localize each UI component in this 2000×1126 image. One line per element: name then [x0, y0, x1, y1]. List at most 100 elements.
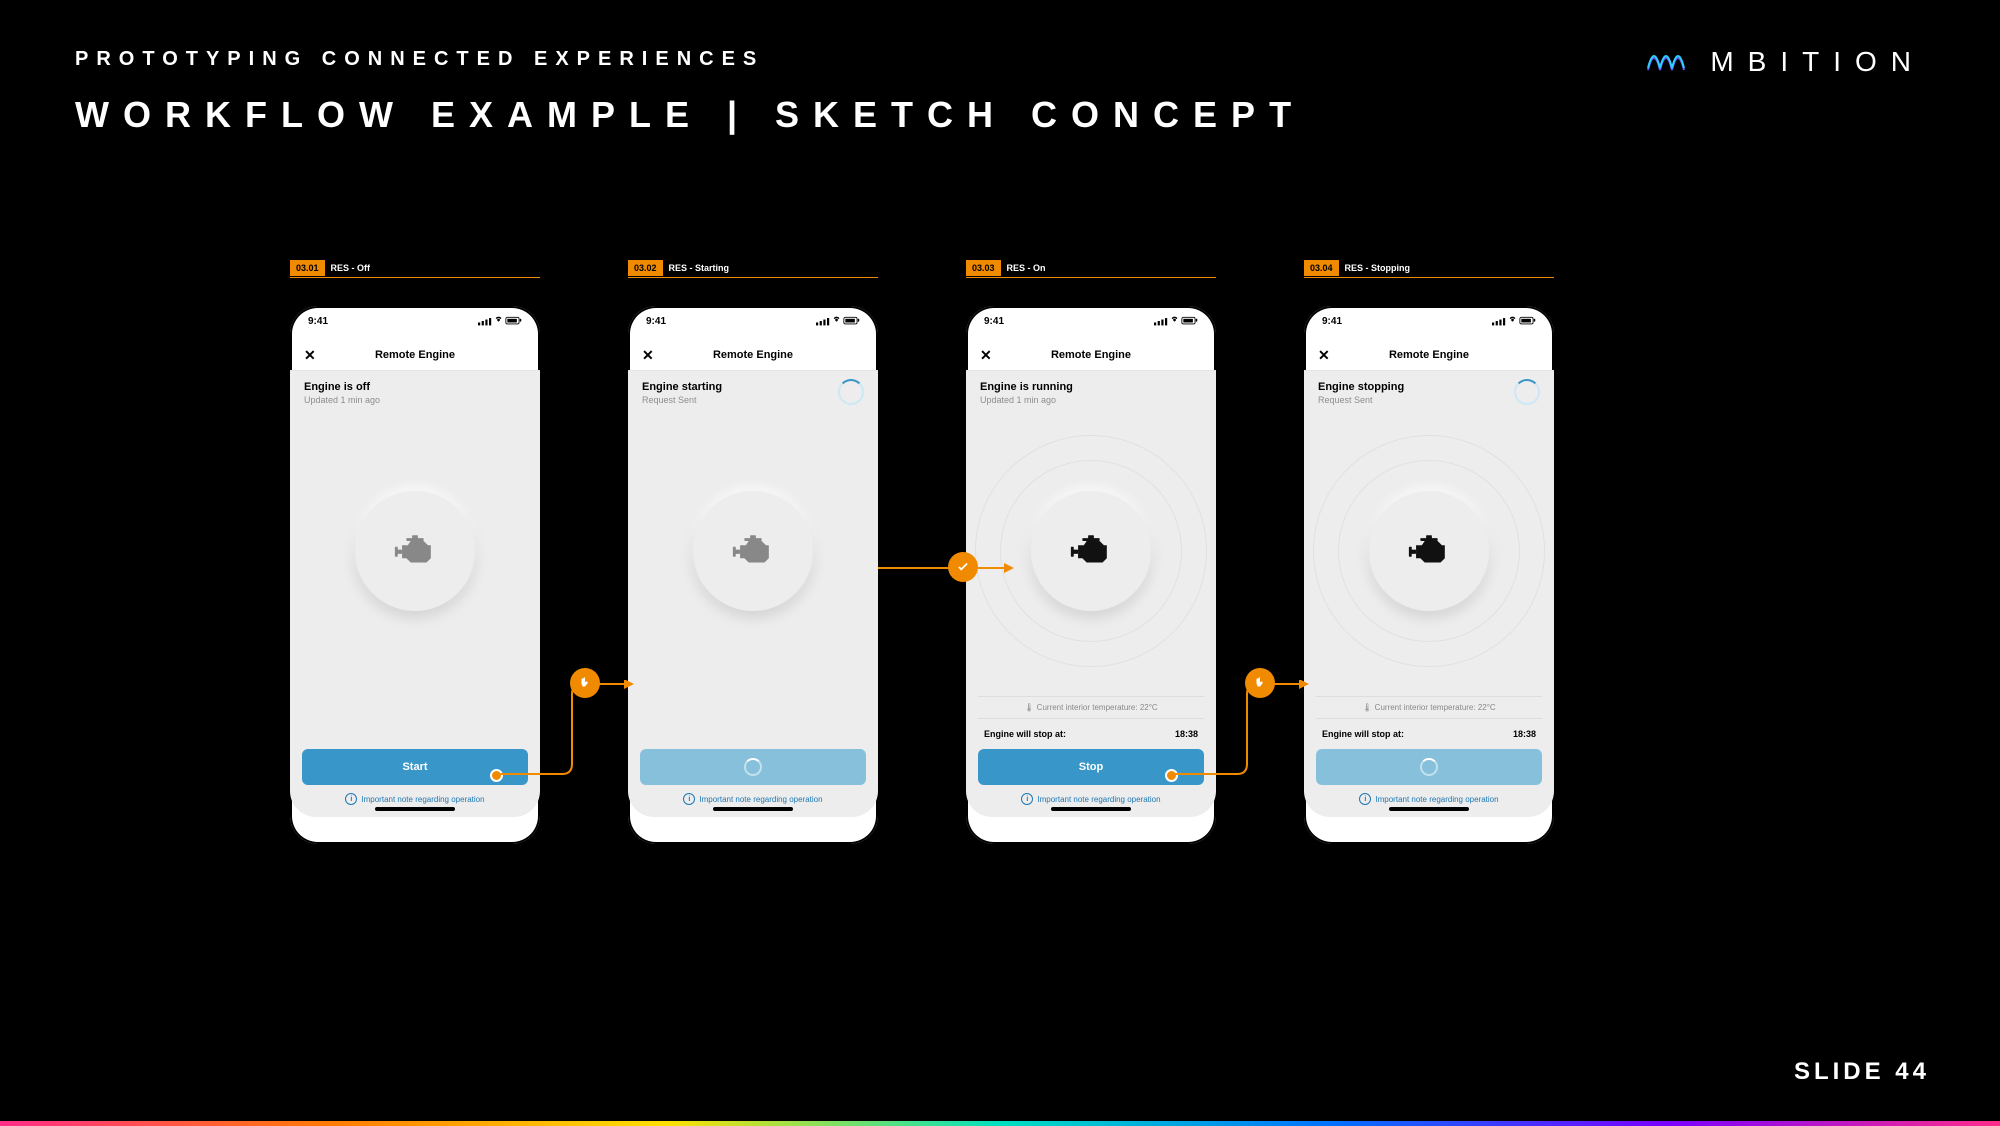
stop-time-label: Engine will stop at:: [1322, 729, 1404, 739]
engine-dial: [693, 491, 813, 611]
status-header-title: Engine is off: [304, 381, 526, 393]
primary-button-label: Stop: [1079, 761, 1103, 773]
loading-spinner-icon: [1514, 379, 1540, 405]
home-indicator: [713, 807, 793, 811]
temperature-readout: 🌡 Current interior temperature: 22°C: [978, 696, 1204, 719]
home-indicator: [375, 807, 455, 811]
screen-column: 03.02 RES - Starting 9:41 ✕ Remote Engin…: [628, 260, 878, 844]
tag-underline: [290, 277, 540, 278]
tag-row: 03.03 RES - On: [966, 260, 1216, 276]
status-header-title: Engine is running: [980, 381, 1202, 393]
button-spinner-icon: [1420, 758, 1438, 776]
status-time: 9:41: [646, 316, 666, 340]
stop-time-value: 18:38: [1513, 729, 1536, 739]
screen-body: Engine stopping Request Sent 🌡 Current i…: [1304, 371, 1554, 817]
slide-number: SLIDE 44: [1794, 1058, 1930, 1086]
button-spinner-icon: [744, 758, 762, 776]
temperature-readout: 🌡 Current interior temperature: 22°C: [1316, 696, 1542, 719]
brand: MBITION: [1644, 40, 1925, 84]
loading-spinner-icon: [838, 379, 864, 405]
status-bar: 9:41: [1304, 306, 1554, 340]
engine-icon: [730, 528, 776, 574]
note-link[interactable]: i Important note regarding operation: [302, 793, 528, 805]
note-link[interactable]: i Important note regarding operation: [1316, 793, 1542, 805]
close-icon[interactable]: ✕: [980, 347, 992, 364]
status-icons: [1154, 316, 1198, 340]
stop-time-label: Engine will stop at:: [984, 729, 1066, 739]
status-header: Engine stopping Request Sent: [1304, 371, 1554, 415]
tag-label: RES - Off: [331, 263, 371, 273]
screen-title: Remote Engine: [713, 349, 793, 361]
flow-node-touch-icon: [570, 668, 600, 698]
phone-mockup: 9:41 ✕ Remote Engine Engine stopping Req…: [1304, 306, 1554, 844]
flow-connector: [498, 680, 638, 780]
screen-column: 03.04 RES - Stopping 9:41 ✕ Remote Engin…: [1304, 260, 1554, 844]
screen-row: 03.01 RES - Off 9:41 ✕ Remote Engine Eng…: [290, 260, 1554, 844]
primary-button-label: Start: [402, 761, 427, 773]
bottom-panel: i Important note regarding operation: [628, 737, 878, 817]
info-icon: i: [345, 793, 357, 805]
close-icon[interactable]: ✕: [1318, 347, 1330, 364]
engine-icon: [1068, 528, 1114, 574]
tag-underline: [966, 277, 1216, 278]
status-header-title: Engine starting: [642, 381, 864, 393]
close-icon[interactable]: ✕: [304, 347, 316, 364]
engine-dial: [1031, 491, 1151, 611]
status-header: Engine is off Updated 1 min ago: [290, 371, 540, 415]
engine-icon: [1406, 528, 1452, 574]
status-icons: [478, 316, 522, 340]
note-link[interactable]: i Important note regarding operation: [640, 793, 866, 805]
status-header-subtitle: Updated 1 min ago: [304, 395, 526, 405]
stop-time-row: Engine will stop at: 18:38: [1316, 729, 1542, 749]
bottom-panel: 🌡 Current interior temperature: 22°C Eng…: [1304, 684, 1554, 817]
tag-underline: [1304, 277, 1554, 278]
status-header-title: Engine stopping: [1318, 381, 1540, 393]
home-indicator: [1051, 807, 1131, 811]
tag-label: RES - Stopping: [1345, 263, 1411, 273]
status-header-subtitle: Request Sent: [642, 395, 864, 405]
primary-button[interactable]: [1316, 749, 1542, 785]
screen-body: Engine starting Request Sent i Important: [628, 371, 878, 817]
status-header-subtitle: Updated 1 min ago: [980, 395, 1202, 405]
tag-label: RES - Starting: [669, 263, 730, 273]
info-icon: i: [1359, 793, 1371, 805]
screen-title: Remote Engine: [1051, 349, 1131, 361]
tag-number: 03.03: [966, 260, 1001, 276]
status-bar: 9:41: [290, 306, 540, 340]
status-icons: [1492, 316, 1536, 340]
note-text: Important note regarding operation: [361, 795, 484, 804]
status-header-subtitle: Request Sent: [1318, 395, 1540, 405]
engine-icon: [392, 528, 438, 574]
status-time: 9:41: [984, 316, 1004, 340]
flow-connector: [978, 563, 1018, 573]
rainbow-bar: [0, 1121, 2000, 1126]
screen-title: Remote Engine: [1389, 349, 1469, 361]
nav-bar: ✕ Remote Engine: [966, 340, 1216, 371]
note-link[interactable]: i Important note regarding operation: [978, 793, 1204, 805]
close-icon[interactable]: ✕: [642, 347, 654, 364]
nav-bar: ✕ Remote Engine: [1304, 340, 1554, 371]
status-bar: 9:41: [628, 306, 878, 340]
status-time: 9:41: [308, 316, 328, 340]
brand-name: MBITION: [1710, 46, 1925, 78]
tag-row: 03.01 RES - Off: [290, 260, 540, 276]
flow-node-check-icon: [948, 552, 978, 582]
screen-title: Remote Engine: [375, 349, 455, 361]
status-time: 9:41: [1322, 316, 1342, 340]
flow-connector: [1173, 680, 1313, 780]
flow-node-touch-icon: [1245, 668, 1275, 698]
status-header: Engine is running Updated 1 min ago: [966, 371, 1216, 415]
slide-title: WORKFLOW EXAMPLE | SKETCH CONCEPT: [75, 94, 1305, 136]
phone-mockup: 9:41 ✕ Remote Engine Engine starting Req…: [628, 306, 878, 844]
stop-time-row: Engine will stop at:18:38: [978, 729, 1204, 749]
brand-logo-icon: [1644, 40, 1688, 84]
primary-button[interactable]: [640, 749, 866, 785]
note-text: Important note regarding operation: [699, 795, 822, 804]
info-icon: i: [1021, 793, 1033, 805]
tag-number: 03.02: [628, 260, 663, 276]
tag-underline: [628, 277, 878, 278]
slide: PROTOTYPING CONNECTED EXPERIENCES WORKFL…: [0, 0, 2000, 1126]
status-header: Engine starting Request Sent: [628, 371, 878, 415]
info-icon: i: [683, 793, 695, 805]
nav-bar: ✕ Remote Engine: [290, 340, 540, 371]
